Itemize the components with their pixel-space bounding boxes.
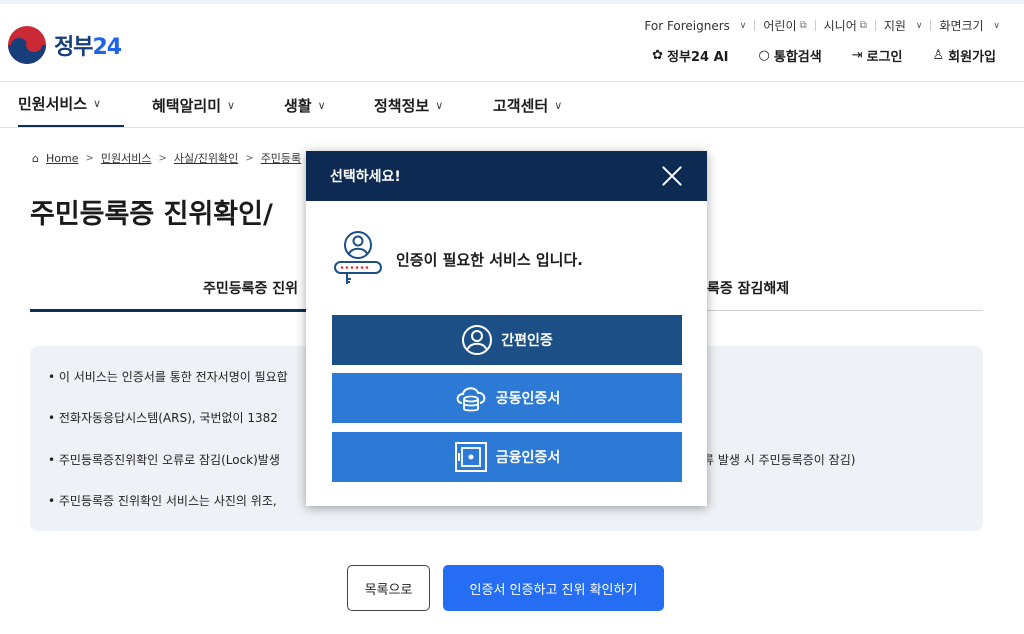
finance-certificate-button[interactable]: 금융인증서 (332, 432, 682, 482)
chevron-down-icon: ∨ (554, 98, 563, 112)
chevron-down-icon: ∨ (993, 20, 1000, 31)
cloud-database-icon (456, 387, 486, 412)
user-circle-icon (462, 325, 493, 355)
breadcrumb-item[interactable]: 사실/진위확인 (174, 150, 238, 166)
chevron-down-icon: ∨ (317, 98, 326, 112)
joint-certificate-button[interactable]: 공동인증서 (332, 373, 682, 423)
chevron-right-icon: > (245, 152, 254, 164)
chevron-down-icon: ∨ (915, 20, 923, 31)
chevron-down-icon: ∨ (435, 98, 444, 112)
nav-item-customer-center[interactable]: 고객센터 ∨ (493, 82, 562, 128)
info-line: • 주민등록증 진위확인 서비스는 사진의 위조, (48, 494, 277, 508)
search-icon: ○ (758, 48, 770, 63)
close-icon[interactable] (661, 165, 683, 187)
site-header: 정부24 For Foreigners ∨ 어린이 ⧉ 시니어 ⧉ 지원 ∨ 화면크… (0, 4, 1024, 82)
external-link-icon: ⧉ (859, 20, 867, 31)
nav-item-benefits[interactable]: 혜택알리미 ∨ (152, 82, 235, 128)
nav-item-policy[interactable]: 정책정보 ∨ (374, 82, 443, 128)
util-support[interactable]: 지원 ∨ (884, 17, 923, 34)
chevron-down-icon: ∨ (227, 98, 236, 112)
nav-item-life[interactable]: 생활 ∨ (284, 82, 326, 128)
login-button[interactable]: ⇥ 로그인 (852, 46, 903, 65)
logo-text: 정부24 (54, 35, 122, 60)
safe-icon (454, 442, 487, 472)
info-line: • 전화자동응답시스템(ARS), 국번없이 1382 (48, 411, 278, 425)
simple-auth-button[interactable]: 간편인증 (332, 315, 682, 365)
breadcrumb-home[interactable]: Home (46, 152, 78, 165)
nav-item-civil-service[interactable]: 민원서비스 ∨ (18, 82, 124, 128)
signup-button[interactable]: ♙ 회원가입 (933, 46, 997, 65)
breadcrumb-item[interactable]: 주민등록 (261, 150, 301, 166)
utility-menu: For Foreigners ∨ 어린이 ⧉ 시니어 ⧉ 지원 ∨ 화면크기 ∨ (644, 17, 1000, 34)
external-link-icon: ⧉ (799, 20, 807, 31)
tab-unlock[interactable]: 록증 잠김해제 (707, 278, 789, 298)
chevron-down-icon: ∨ (93, 97, 102, 110)
tab-active-indicator (30, 309, 310, 312)
auth-required-message: 인증이 필요한 서비스 입니다. (396, 250, 583, 269)
util-kids[interactable]: 어린이 ⧉ (763, 17, 806, 34)
ai-button[interactable]: ✿ 정부24 AI (652, 46, 728, 65)
info-line: • 이 서비스는 인증서를 통한 전자서명이 필요합 (48, 370, 288, 384)
nav-divider (0, 127, 1024, 128)
user-plus-icon: ♙ (932, 48, 945, 63)
list-button[interactable]: 목록으로 (347, 565, 430, 611)
auth-select-modal: 선택하세요! 인증이 필요한 서비스 입니다. 간편인증 공동인증서 금융인증서 (306, 151, 707, 506)
modal-title: 선택하세요! (330, 169, 401, 185)
home-icon: ⌂ (32, 151, 39, 165)
search-button[interactable]: ○ 통합검색 (759, 46, 822, 65)
taegeuk-logo-icon (8, 26, 46, 64)
modal-header: 선택하세요! (306, 151, 707, 201)
util-font-size[interactable]: 화면크기 ∨ (939, 17, 1000, 34)
site-logo[interactable]: 정부24 (8, 26, 122, 64)
main-nav: 민원서비스 ∨ 혜택알리미 ∨ 생활 ∨ 정책정보 ∨ 고객센터 ∨ (0, 82, 1024, 128)
info-line-continued: 류 발생 시 주민등록증이 잠김) (703, 453, 856, 467)
info-line: • 주민등록증진위확인 오류로 잠김(Lock)발생 (48, 453, 280, 467)
chevron-right-icon: > (85, 152, 94, 164)
page-title: 주민등록증 진위확인/ (30, 199, 273, 230)
auth-message-row: 인증이 필요한 서비스 입니다. (332, 229, 583, 289)
certificate-verify-button[interactable]: 인증서 인증하고 진위 확인하기 (443, 565, 664, 611)
chevron-right-icon: > (158, 152, 167, 164)
user-auth-icon (334, 231, 382, 284)
tab-id-verification[interactable]: 주민등록증 진위 (203, 278, 298, 298)
ai-icon: ✿ (652, 48, 664, 63)
breadcrumb-item[interactable]: 민원서비스 (101, 150, 152, 166)
header-actions: ✿ 정부24 AI ○ 통합검색 ⇥ 로그인 ♙ 회원가입 (652, 46, 996, 65)
login-icon: ⇥ (851, 48, 863, 63)
breadcrumb: ⌂ Home > 민원서비스 > 사실/진위확인 > 주민등록 (32, 150, 301, 166)
util-foreigners[interactable]: For Foreigners ∨ (644, 19, 746, 33)
util-senior[interactable]: 시니어 ⧉ (824, 17, 867, 34)
chevron-down-icon: ∨ (739, 20, 747, 31)
